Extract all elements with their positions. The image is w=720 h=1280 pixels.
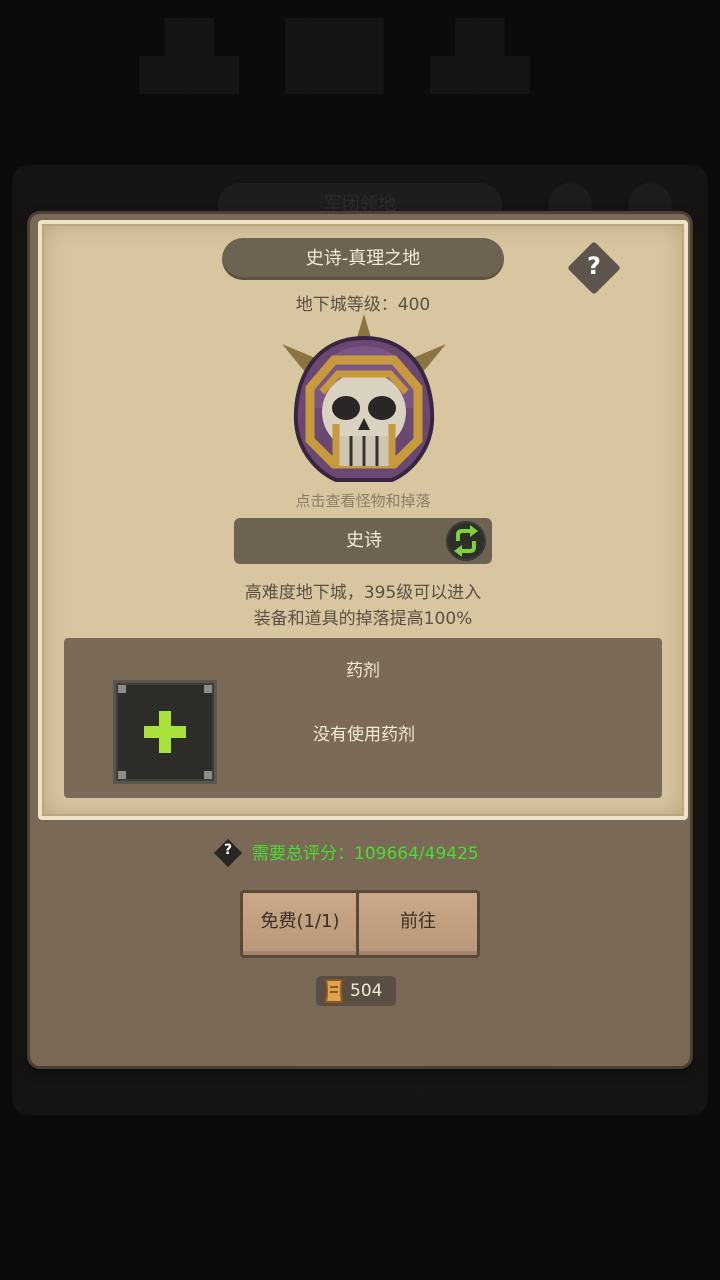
difficulty-selector[interactable]: 史诗 [234, 518, 492, 564]
required-score-text: 需要总评分：109664/49425 [252, 844, 479, 864]
add-potion-button[interactable] [113, 680, 217, 784]
score-help-button[interactable]: ? [210, 838, 246, 868]
dungeon-title: 史诗-真理之地 [222, 238, 504, 280]
refresh-arrows-icon [454, 525, 478, 557]
potion-title: 药剂 [346, 661, 380, 681]
question-icon: ? [223, 842, 233, 858]
free-enter-button[interactable]: 免费(1/1) [240, 890, 360, 958]
dungeon-info-card: 史诗-真理之地 ? 地下城等级：400 点击查看怪物和掉落 史诗 高难度地下城，… [38, 220, 688, 820]
background-tab [550, 1062, 676, 1096]
slot-corner [118, 685, 126, 693]
dungeon-dialog: 史诗-真理之地 ? 地下城等级：400 点击查看怪物和掉落 史诗 高难度地下城，… [30, 214, 690, 1066]
scroll-ticket-icon [324, 979, 344, 1003]
dungeon-description-line1: 高难度地下城，395级可以进入 [244, 583, 482, 603]
go-button[interactable]: 前往 [356, 890, 480, 958]
question-icon: ? [587, 252, 601, 280]
no-potion-text: 没有使用药剂 [313, 725, 415, 745]
background-decoration: ▟▙ ▐█▌ ▟▙ [140, 20, 530, 94]
slot-corner [204, 685, 212, 693]
background-tab [296, 1062, 422, 1096]
plus-icon [144, 711, 186, 753]
boss-skull-helmet-icon[interactable] [276, 312, 452, 488]
potion-panel: 药剂 没有使用药剂 [64, 638, 662, 798]
ticket-count: 504 [350, 981, 383, 1001]
dungeon-ticket-counter: 504 [316, 976, 396, 1006]
dungeon-description-line2: 装备和道具的掉落提高100% [253, 609, 473, 629]
view-monsters-hint[interactable]: 点击查看怪物和掉落 [42, 490, 684, 511]
score-requirement: ? 需要总评分：109664/49425 [30, 838, 690, 868]
slot-corner [118, 771, 126, 779]
switch-difficulty-button[interactable] [446, 521, 486, 561]
slot-corner [204, 771, 212, 779]
help-button[interactable]: ? [567, 241, 621, 295]
